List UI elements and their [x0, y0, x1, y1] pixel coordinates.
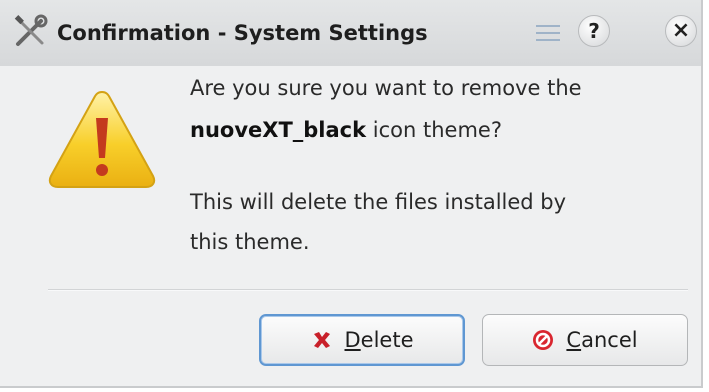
- delete-button[interactable]: Delete: [259, 314, 465, 366]
- warning-icon: [48, 90, 156, 188]
- message-line-4: this theme.: [190, 230, 310, 254]
- message-line-2: nuoveXT_black icon theme?: [190, 118, 502, 142]
- cancel-icon: [533, 330, 554, 350]
- menu-icon[interactable]: [536, 23, 560, 43]
- message-line-3: This will delete the files installed by: [190, 190, 567, 214]
- title-bar[interactable]: Confirmation - System Settings ? ×: [0, 0, 701, 66]
- cancel-mnemonic: C: [566, 328, 582, 352]
- theme-name: nuoveXT_black: [190, 118, 367, 142]
- cancel-label-rest: ancel: [581, 328, 638, 352]
- confirmation-dialog: Confirmation - System Settings ? × Are y…: [0, 0, 703, 388]
- message-line-2-rest: icon theme?: [366, 118, 502, 142]
- delete-label: Delete: [345, 328, 414, 352]
- window-title: Confirmation - System Settings: [57, 21, 428, 45]
- delete-label-rest: elete: [360, 328, 414, 352]
- cancel-label: Cancel: [566, 328, 637, 352]
- message-line-1: Are you sure you want to remove the: [190, 76, 582, 100]
- tools-icon[interactable]: [12, 14, 48, 50]
- cancel-button[interactable]: Cancel: [482, 314, 688, 366]
- red-x-icon: [313, 332, 330, 348]
- delete-mnemonic: D: [344, 328, 361, 352]
- close-button[interactable]: ×: [665, 15, 697, 47]
- separator: [48, 289, 688, 291]
- help-button[interactable]: ?: [578, 15, 610, 47]
